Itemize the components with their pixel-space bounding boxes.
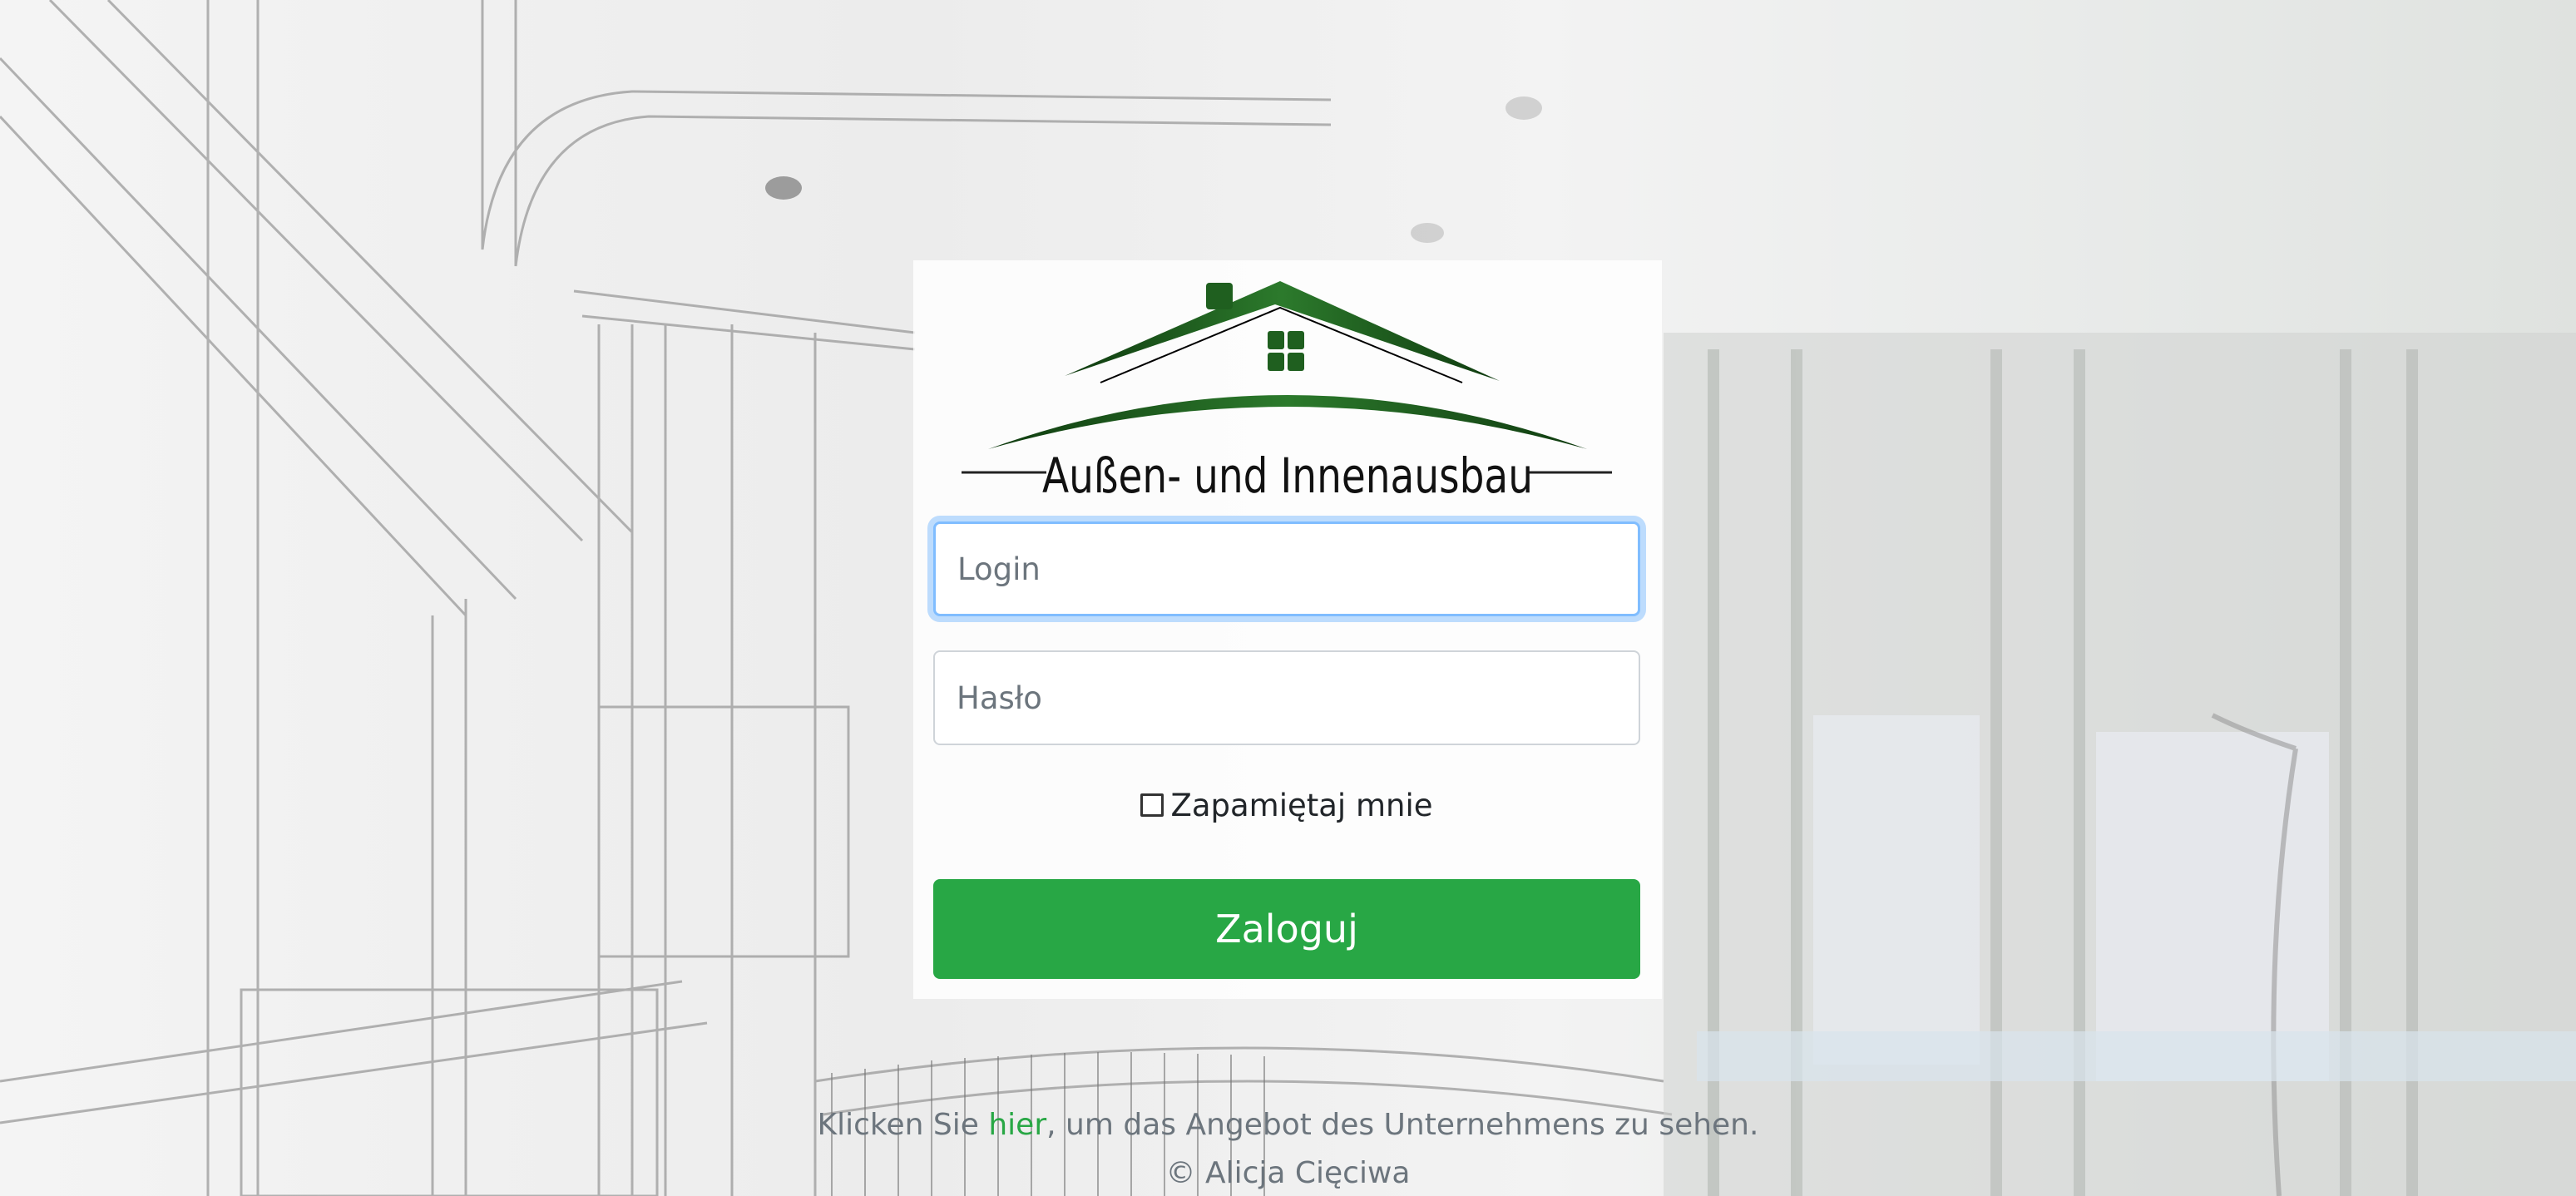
login-button[interactable]: Zaloguj: [933, 879, 1640, 979]
password-input[interactable]: [933, 650, 1640, 745]
company-logo: Außen- und Innenausbau: [962, 281, 1612, 504]
offer-note-suffix: , um das Angebot des Unternehmens zu seh…: [1046, 1108, 1759, 1142]
company-offer-note: Klicken Sie hier, um das Angebot des Unt…: [0, 1108, 2576, 1142]
login-page: Außen- und Innenausbau Zapamiętaj mnie Z…: [0, 0, 2576, 1196]
remember-me-checkbox[interactable]: [1140, 793, 1164, 817]
remember-me-row[interactable]: Zapamiętaj mnie: [933, 782, 1640, 828]
copyright: © Alicja Cięciwa: [1165, 1156, 1411, 1190]
logo-text: Außen- und Innenausbau: [1042, 447, 1533, 504]
offer-link[interactable]: hier: [988, 1108, 1046, 1142]
remember-me-label: Zapamiętaj mnie: [1170, 787, 1433, 823]
offer-note-prefix: Klicken Sie: [817, 1108, 989, 1142]
login-input[interactable]: [933, 521, 1640, 616]
